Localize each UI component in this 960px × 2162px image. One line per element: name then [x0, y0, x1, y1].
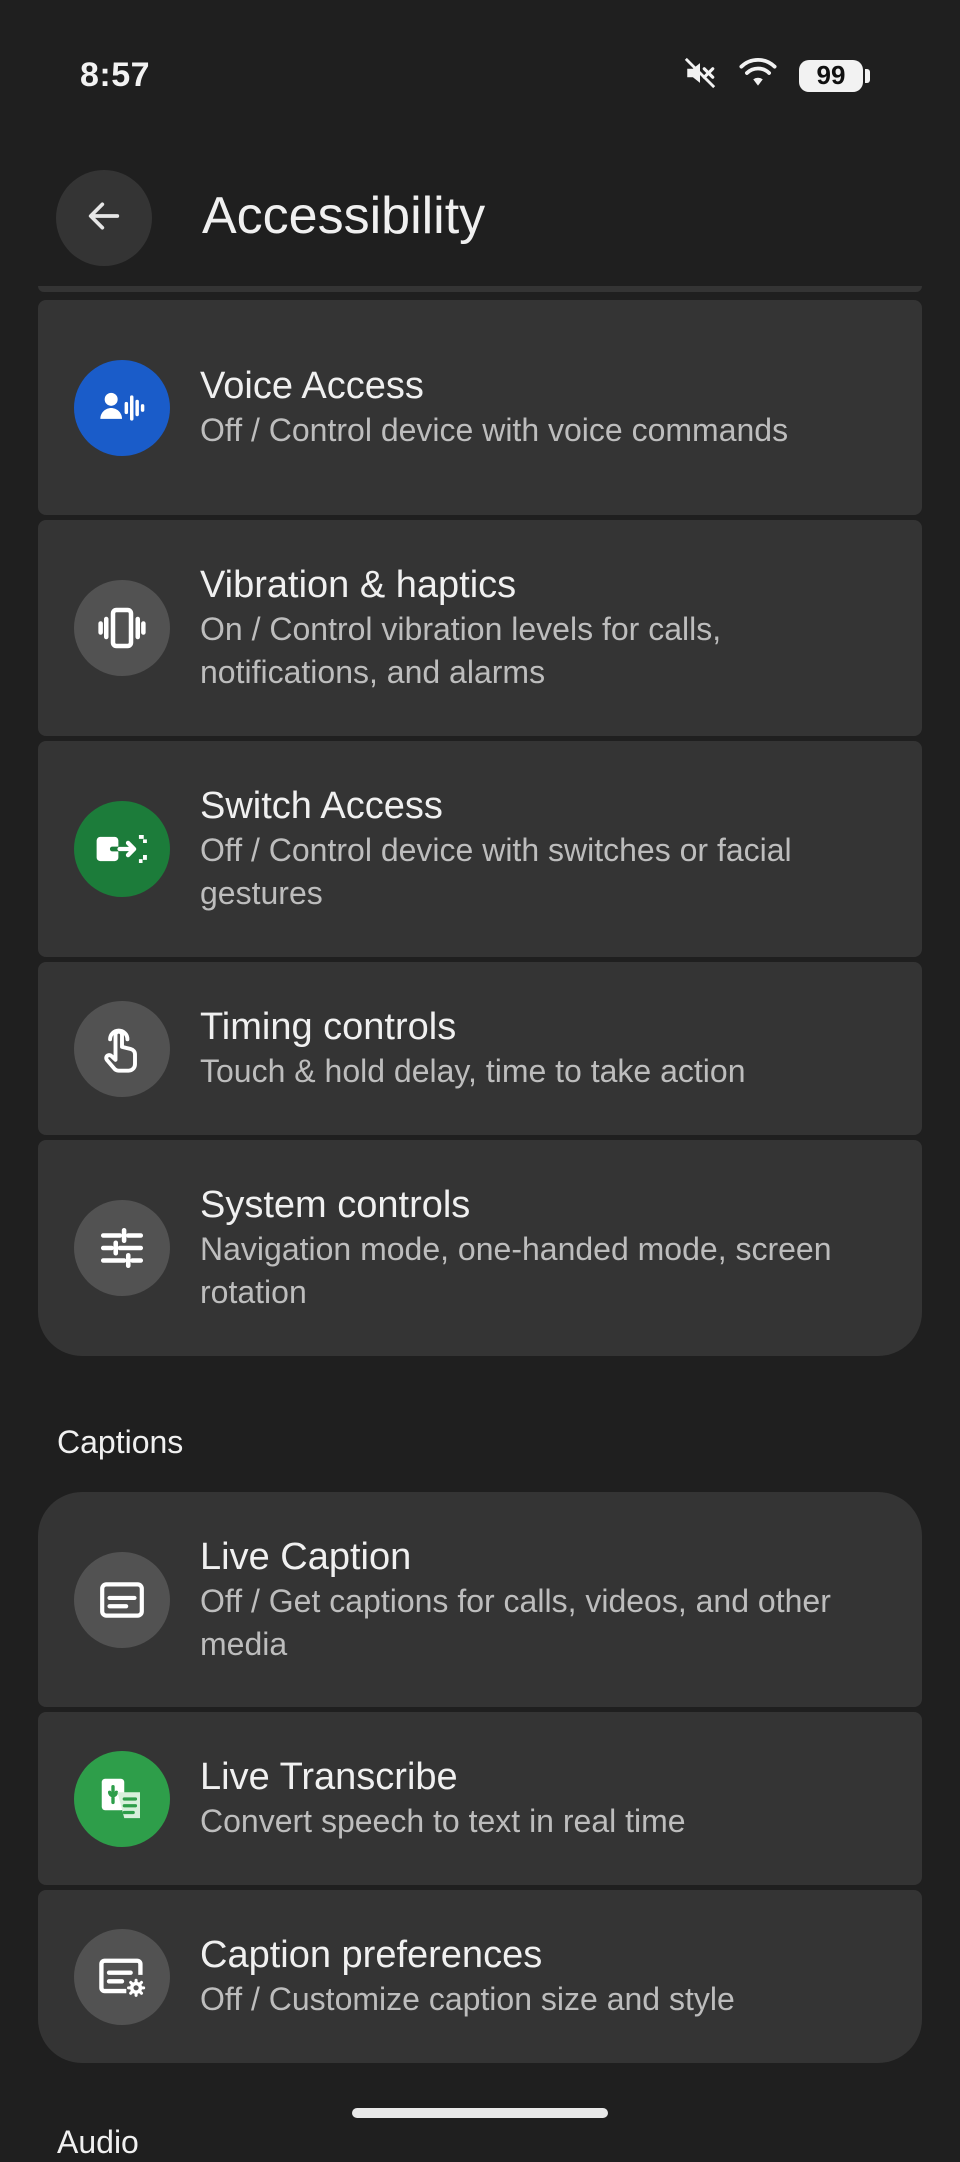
item-title: Timing controls: [200, 1006, 457, 1048]
item-title: Vibration & haptics: [200, 564, 517, 606]
arrow-back-icon: [84, 196, 124, 241]
item-title: Live Transcribe: [200, 1756, 458, 1798]
back-button[interactable]: [56, 170, 152, 266]
section-header-captions: Captions: [57, 1424, 184, 1460]
switch-access-icon: [74, 801, 170, 897]
wifi-icon: [739, 56, 777, 95]
item-subtitle: Convert speech to text in real time: [200, 1803, 686, 1839]
item-subtitle: Off / Get captions for calls, videos, an…: [200, 1582, 831, 1662]
mute-icon: [683, 56, 717, 95]
list-item-switch-access[interactable]: Switch Access Off / Control device with …: [38, 741, 922, 957]
previous-card-edge: [38, 286, 922, 292]
list-item-voice-access[interactable]: Voice Access Off / Control device with v…: [38, 300, 922, 515]
item-subtitle: Off / Control device with voice commands: [200, 412, 789, 448]
item-title: Voice Access: [200, 365, 424, 407]
vibration-icon: [74, 580, 170, 676]
status-bar: 8:57 99: [0, 0, 960, 150]
item-subtitle: On / Control vibration levels for calls,…: [200, 611, 722, 690]
item-subtitle: Off / Customize caption size and style: [200, 1981, 735, 2017]
item-subtitle: Touch & hold delay, time to take action: [200, 1053, 746, 1089]
list-item-live-transcribe[interactable]: Live Transcribe Convert speech to text i…: [38, 1712, 922, 1885]
home-indicator[interactable]: [352, 2108, 608, 2118]
touch-icon: [74, 1000, 170, 1097]
item-title: System controls: [200, 1184, 471, 1226]
item-title: Switch Access: [200, 785, 443, 827]
list-item-caption-preferences[interactable]: Caption preferences Off / Customize capt…: [38, 1890, 922, 2063]
captions-group: Live Caption Off / Get captions for call…: [38, 1492, 922, 2068]
list-item-live-caption[interactable]: Live Caption Off / Get captions for call…: [38, 1492, 922, 1707]
list-item-vibration-haptics[interactable]: Vibration & haptics On / Control vibrati…: [38, 520, 922, 736]
list-item-system-controls[interactable]: System controls Navigation mode, one-han…: [38, 1140, 922, 1356]
status-time: 8:57: [80, 56, 151, 94]
section-header-audio: Audio: [57, 2124, 139, 2160]
battery-level: 99: [799, 59, 863, 92]
page-title: Accessibility: [202, 187, 486, 245]
list-item-timing-controls[interactable]: Timing controls Touch & hold delay, time…: [38, 962, 922, 1135]
caption-settings-icon: [74, 1928, 170, 2025]
item-subtitle: Off / Control device with switches or fa…: [200, 832, 792, 911]
item-title: Caption preferences: [200, 1934, 543, 1976]
item-title: Live Caption: [200, 1535, 412, 1578]
app-bar: Accessibility: [0, 170, 960, 280]
live-transcribe-icon: [74, 1750, 170, 1847]
item-subtitle: Navigation mode, one-handed mode, screen…: [200, 1231, 832, 1310]
status-icons: 99: [683, 56, 870, 95]
sliders-icon: [74, 1200, 170, 1296]
voice-access-icon: [74, 359, 170, 456]
battery-icon: 99: [799, 59, 870, 92]
interaction-controls-group: Voice Access Off / Control device with v…: [38, 300, 922, 1361]
live-caption-icon: [74, 1551, 170, 1648]
